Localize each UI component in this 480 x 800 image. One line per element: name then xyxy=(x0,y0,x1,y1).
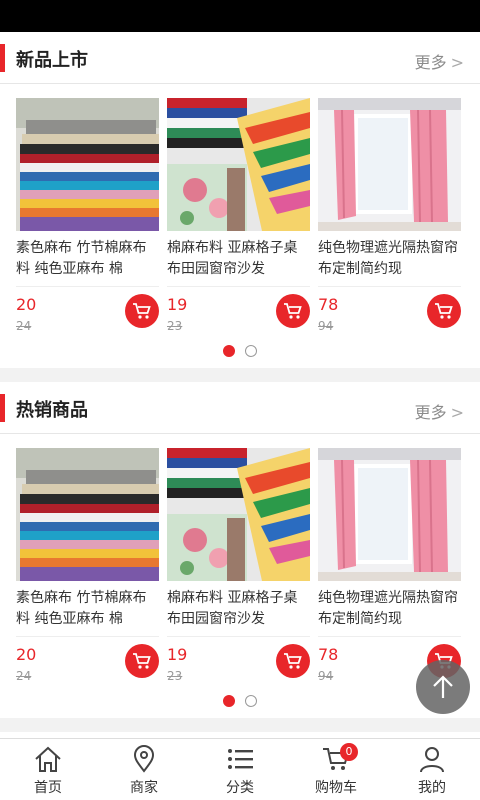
section-title: 热销商品 xyxy=(16,400,88,421)
product-price: 19 xyxy=(167,645,188,664)
product-image-striped-fabric[interactable] xyxy=(167,98,310,231)
location-pin-icon xyxy=(133,745,155,773)
product-image-linen-stack[interactable] xyxy=(16,98,159,231)
tab-label: 首页 xyxy=(34,780,62,796)
status-bar xyxy=(0,0,480,32)
divider xyxy=(318,286,461,287)
hot-products-section: 热销商品 更多 > 素色麻布 竹节棉麻布料 纯色亚麻布 棉 20 24 棉麻布料… xyxy=(0,382,480,718)
add-to-cart-button[interactable] xyxy=(125,644,159,678)
product-original-price: 24 xyxy=(16,319,32,333)
tab-home[interactable]: 首页 xyxy=(0,739,96,800)
section-header: 热销商品 更多 > xyxy=(0,382,480,434)
product-image-pink-curtain[interactable] xyxy=(318,448,461,581)
cart-icon xyxy=(133,303,151,319)
product-image-striped-fabric[interactable] xyxy=(167,448,310,581)
divider xyxy=(167,286,310,287)
tab-label: 购物车 xyxy=(315,780,357,796)
product-original-price: 94 xyxy=(318,319,334,333)
divider xyxy=(167,636,310,637)
product-card[interactable]: 纯色物理遮光隔热窗帘布定制简约现 78 94 xyxy=(318,448,461,688)
add-to-cart-button[interactable] xyxy=(276,294,310,328)
section-header: 新品上市 更多 > xyxy=(0,32,480,84)
carousel-pagination xyxy=(0,692,480,707)
chevron-right-icon: > xyxy=(450,53,464,72)
list-icon xyxy=(228,749,253,769)
product-original-price: 23 xyxy=(167,319,183,333)
new-arrivals-section: 新品上市 更多 > 素色麻布 竹节棉麻布料 纯色亚麻布 棉 20 24 棉麻布料… xyxy=(0,32,480,368)
product-name[interactable]: 纯色物理遮光隔热窗帘布定制简约现 xyxy=(318,238,461,280)
tab-label: 商家 xyxy=(130,780,158,796)
product-card[interactable]: 素色麻布 竹节棉麻布料 纯色亚麻布 棉 20 24 xyxy=(16,448,159,688)
pagination-dot-active[interactable] xyxy=(223,345,235,357)
product-name[interactable]: 素色麻布 竹节棉麻布料 纯色亚麻布 棉 xyxy=(16,588,159,630)
carousel-pagination xyxy=(0,342,480,357)
tab-cart[interactable]: 0 购物车 xyxy=(288,739,384,800)
home-icon xyxy=(35,746,61,772)
product-image-pink-curtain[interactable] xyxy=(318,98,461,231)
user-icon xyxy=(420,747,444,773)
section-title: 新品上市 xyxy=(16,50,88,71)
product-card[interactable]: 素色麻布 竹节棉麻布料 纯色亚麻布 棉 20 24 xyxy=(16,98,159,338)
product-name[interactable]: 纯色物理遮光隔热窗帘布定制简约现 xyxy=(318,588,461,630)
divider xyxy=(16,636,159,637)
bottom-tab-bar: 首页 商家 分类 0 购物车 我的 xyxy=(0,738,480,800)
product-carousel[interactable]: 素色麻布 竹节棉麻布料 纯色亚麻布 棉 20 24 棉麻布料 亚麻格子桌布田园窗… xyxy=(0,98,480,338)
cart-icon xyxy=(284,303,302,319)
pagination-dot-active[interactable] xyxy=(223,695,235,707)
product-price: 19 xyxy=(167,295,188,314)
chevron-right-icon: > xyxy=(450,403,464,422)
product-name[interactable]: 棉麻布料 亚麻格子桌布田园窗帘沙发 xyxy=(167,238,310,280)
pagination-dot[interactable] xyxy=(245,345,257,357)
tab-profile[interactable]: 我的 xyxy=(384,739,480,800)
add-to-cart-button[interactable] xyxy=(276,644,310,678)
product-original-price: 24 xyxy=(16,669,32,683)
cart-icon xyxy=(284,653,302,669)
product-original-price: 23 xyxy=(167,669,183,683)
product-image-linen-stack[interactable] xyxy=(16,448,159,581)
cart-count-badge: 0 xyxy=(340,743,358,761)
product-card[interactable]: 棉麻布料 亚麻格子桌布田园窗帘沙发 19 23 xyxy=(167,448,310,688)
product-card[interactable]: 纯色物理遮光隔热窗帘布定制简约现 78 94 xyxy=(318,98,461,338)
product-price: 20 xyxy=(16,295,37,314)
section-accent-bar xyxy=(0,394,5,422)
pagination-dot[interactable] xyxy=(245,695,257,707)
add-to-cart-button[interactable] xyxy=(125,294,159,328)
back-to-top-button[interactable] xyxy=(416,660,470,714)
section-accent-bar xyxy=(0,44,5,72)
product-original-price: 94 xyxy=(318,669,334,683)
tab-label: 我的 xyxy=(418,780,446,796)
arrow-up-icon xyxy=(433,675,453,698)
divider xyxy=(16,286,159,287)
cart-icon xyxy=(133,653,151,669)
tab-categories[interactable]: 分类 xyxy=(192,739,288,800)
tab-label: 分类 xyxy=(226,780,254,796)
product-card[interactable]: 棉麻布料 亚麻格子桌布田园窗帘沙发 19 23 xyxy=(167,98,310,338)
add-to-cart-button[interactable] xyxy=(427,294,461,328)
divider xyxy=(318,636,461,637)
cart-icon xyxy=(435,303,453,319)
product-price: 78 xyxy=(318,645,339,664)
product-carousel[interactable]: 素色麻布 竹节棉麻布料 纯色亚麻布 棉 20 24 棉麻布料 亚麻格子桌布田园窗… xyxy=(0,448,480,688)
more-link[interactable]: 更多 > xyxy=(415,399,464,423)
product-name[interactable]: 棉麻布料 亚麻格子桌布田园窗帘沙发 xyxy=(167,588,310,630)
product-price: 78 xyxy=(318,295,339,314)
product-name[interactable]: 素色麻布 竹节棉麻布料 纯色亚麻布 棉 xyxy=(16,238,159,280)
product-price: 20 xyxy=(16,645,37,664)
tab-merchants[interactable]: 商家 xyxy=(96,739,192,800)
more-link[interactable]: 更多 > xyxy=(415,49,464,73)
